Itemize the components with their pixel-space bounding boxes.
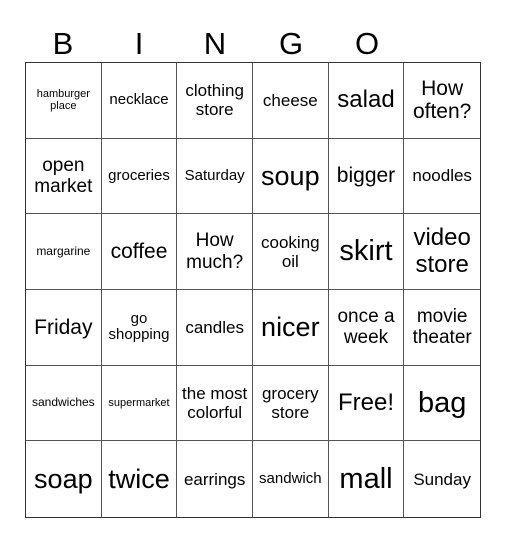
bingo-cell: How often? (404, 63, 480, 139)
bingo-cell: sandwiches (26, 365, 102, 442)
header-letter-o: O (354, 26, 380, 61)
bingo-cell: nicer (252, 289, 329, 366)
bingo-cell: noodles (404, 139, 480, 215)
bingo-cell: go shopping (101, 289, 178, 366)
bingo-cell: skirt (328, 214, 405, 290)
header-letter-i: I (134, 26, 144, 61)
bingo-cell: cheese (252, 63, 329, 139)
bingo-cell: How much? (177, 214, 253, 290)
bingo-cell: Free! (328, 365, 405, 442)
bingo-cell: necklace (101, 63, 178, 139)
bingo-cell: soup (252, 138, 329, 215)
bingo-cell: Sunday (413, 469, 471, 489)
bingo-cell: mall (329, 441, 405, 517)
bingo-cell: the most colorful (177, 365, 253, 442)
bingo-cell: video store (404, 214, 480, 290)
bingo-cell: clothing store (177, 63, 253, 139)
bingo-cell: open market (26, 138, 102, 215)
bingo-cell: margarine (26, 214, 102, 290)
bingo-cell: bigger (328, 138, 405, 215)
header-letter-n: N (203, 26, 227, 61)
bingo-cell: soap (26, 441, 102, 517)
bingo-cell: once a week (328, 289, 405, 366)
bingo-cell: candles (177, 289, 253, 366)
bingo-grid: hamburger place necklace clothing store … (25, 62, 481, 518)
bingo-cell: twice (102, 441, 178, 517)
bingo-cell: Saturday (177, 138, 253, 215)
bingo-cell: movie theater (404, 290, 480, 366)
header-letter-g: G (278, 26, 304, 61)
bingo-cell: grocery store (252, 365, 329, 442)
bingo-cell: salad (328, 63, 405, 139)
bingo-cell: supermarket (101, 365, 178, 442)
bingo-header: B I N G O (25, 26, 405, 62)
bingo-cell: cooking oil (252, 214, 329, 290)
bingo-cell: hamburger place (26, 63, 102, 139)
bingo-cell: coffee (101, 214, 178, 290)
header-letter-b: B (52, 26, 74, 61)
bingo-cell: earrings (177, 441, 253, 517)
bingo-cell: Friday (26, 289, 102, 366)
bingo-cell: groceries (101, 138, 178, 215)
bingo-cell: bag (404, 366, 480, 442)
bingo-cell: sandwich (253, 441, 329, 517)
